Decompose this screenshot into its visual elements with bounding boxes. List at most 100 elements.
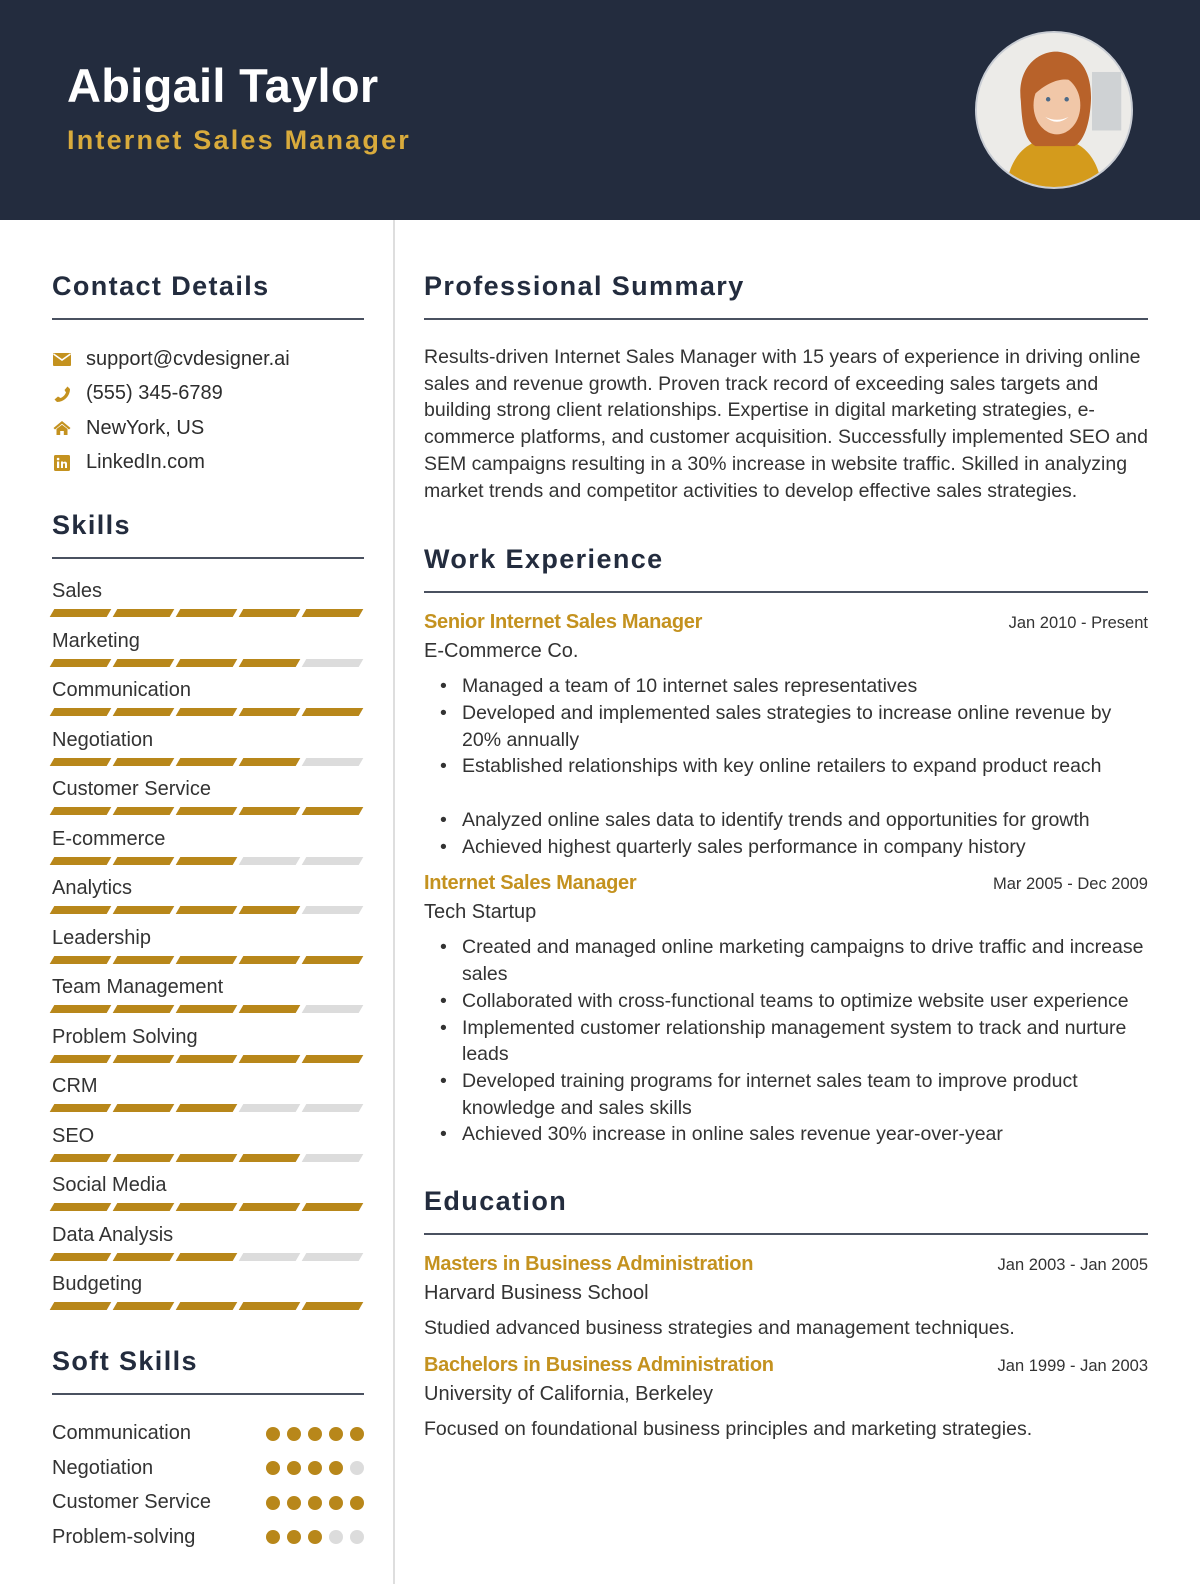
skill-segment-filled (112, 1153, 175, 1162)
school-name: Harvard Business School (424, 1282, 649, 1305)
contact-section: Contact Details support@cvdesigner.ai (5… (52, 271, 364, 480)
skill-segment-filled (238, 906, 301, 914)
skill-segment-filled (238, 955, 301, 964)
soft-skill-rating (266, 1495, 364, 1510)
skill-segment-filled (175, 1252, 238, 1261)
skill-segment-filled (49, 708, 112, 716)
skill-item: Leadership (49, 924, 364, 974)
job-bullet: Collaborated with cross-functional teams… (438, 988, 1148, 1015)
job-bullet: Developed training programs for internet… (438, 1068, 1148, 1121)
contact-phone[interactable]: (555) 345-6789 (52, 377, 364, 412)
skill-segment-filled (175, 955, 238, 964)
skill-segment-empty (301, 757, 364, 766)
job-company: E-Commerce Co. (424, 640, 579, 663)
skill-name: CRM (52, 1075, 98, 1097)
rating-dot-filled (287, 1461, 301, 1476)
contact-heading: Contact Details (52, 271, 364, 320)
rating-dot-filled (308, 1495, 322, 1510)
skill-name: Analytics (52, 877, 133, 899)
skill-segment-filled (49, 757, 112, 766)
skill-segment-filled (175, 1203, 238, 1211)
soft-skill-name: Communication (52, 1422, 191, 1445)
skill-segment-filled (49, 1203, 112, 1211)
skill-segment-filled (175, 1153, 238, 1162)
skill-level-bar (49, 955, 364, 964)
job-bullets: Created and managed online marketing cam… (424, 934, 1148, 1148)
skill-segment-filled (49, 856, 112, 865)
skill-segment-filled (112, 1302, 175, 1310)
skill-segment-filled (175, 807, 238, 815)
skill-segment-filled (49, 1252, 112, 1261)
skill-segment-filled (175, 1054, 238, 1063)
skill-name: Team Management (52, 976, 224, 998)
skill-segment-empty (301, 1252, 364, 1261)
job-dates: Jan 2010 - Present (1008, 614, 1148, 633)
skill-segment-empty (301, 658, 364, 667)
rating-dot-filled (308, 1426, 322, 1441)
education-dates: Jan 1999 - Jan 2003 (997, 1357, 1148, 1376)
skill-item: Sales (49, 577, 364, 627)
skill-item: Analytics (49, 874, 364, 924)
education-entry: Bachelors in Business Administration Jan… (424, 1354, 1148, 1441)
skill-level-bar (49, 609, 364, 617)
education-description: Studied advanced business strategies and… (424, 1317, 1015, 1340)
skill-name: Customer Service (52, 778, 211, 800)
skill-item: Customer Service (49, 775, 364, 825)
rating-dot-filled (308, 1530, 322, 1545)
contact-location-text: NewYork, US (86, 416, 205, 439)
skill-segment-filled (112, 1054, 175, 1063)
skill-level-bar (49, 1005, 364, 1013)
skill-name: Marketing (52, 629, 140, 652)
skill-segment-filled (112, 807, 175, 815)
skill-segment-filled (49, 1005, 112, 1013)
skill-level-bar (49, 1302, 364, 1310)
skill-segment-filled (175, 1005, 238, 1013)
skill-name: Sales (52, 580, 103, 602)
soft-skill-item: Negotiation (52, 1451, 364, 1486)
skill-level-bar (49, 1054, 364, 1063)
skill-name: Problem Solving (52, 1025, 198, 1048)
main-content: Professional Summary Results-driven Inte… (424, 220, 1148, 1441)
skill-segment-filled (112, 1203, 175, 1211)
soft-skill-name: Negotiation (52, 1456, 154, 1479)
experience-section: Work Experience Senior Internet Sales Ma… (424, 544, 1148, 1148)
skill-item: Communication (49, 676, 364, 726)
soft-skill-item: Communication (52, 1417, 364, 1452)
column-divider (393, 220, 395, 1584)
skill-segment-filled (238, 1203, 301, 1211)
skill-level-bar (49, 856, 364, 865)
envelope-icon (52, 349, 72, 369)
job-bullet: Established relationships with key onlin… (438, 753, 1148, 780)
skill-level-bar (49, 757, 364, 766)
skill-level-bar (49, 807, 364, 815)
skill-segment-filled (175, 708, 238, 716)
skill-name: Budgeting (52, 1273, 143, 1295)
skill-segment-filled (49, 1153, 112, 1162)
skills-section: Skills Sales Marketing Communication Negoti… (49, 510, 364, 1320)
soft-skills-heading: Soft Skills (52, 1346, 364, 1395)
skill-name: Data Analysis (52, 1223, 174, 1246)
rating-dot-empty (350, 1530, 364, 1545)
job-bullet: Implemented customer relationship manage… (438, 1015, 1148, 1068)
skill-segment-filled (301, 609, 364, 617)
rating-dot-filled (350, 1426, 364, 1441)
job-bullet: Developed and implemented sales strategi… (438, 700, 1148, 753)
soft-skill-rating (266, 1530, 364, 1545)
profile-photo (975, 31, 1133, 189)
contact-phone-text: (555) 345-6789 (86, 382, 223, 405)
skills-list: Sales Marketing Communication Negotiation Cu… (49, 577, 364, 1320)
skill-name: Communication (52, 679, 191, 701)
contact-email[interactable]: support@cvdesigner.ai (52, 342, 364, 377)
contact-linkedin[interactable]: LinkedIn.com (52, 446, 364, 481)
skill-segment-filled (238, 658, 301, 667)
rating-dot-filled (266, 1495, 280, 1510)
rating-dot-filled (266, 1461, 280, 1476)
school-name: University of California, Berkeley (424, 1383, 713, 1406)
skill-segment-filled (301, 708, 364, 716)
skill-segment-filled (112, 856, 175, 865)
rating-dot-empty (329, 1530, 343, 1545)
job-bullet: Achieved highest quarterly sales perform… (438, 834, 1148, 861)
job-bullet: Created and managed online marketing cam… (438, 934, 1148, 987)
rating-dot-filled (266, 1426, 280, 1441)
rating-dot-filled (308, 1461, 322, 1476)
